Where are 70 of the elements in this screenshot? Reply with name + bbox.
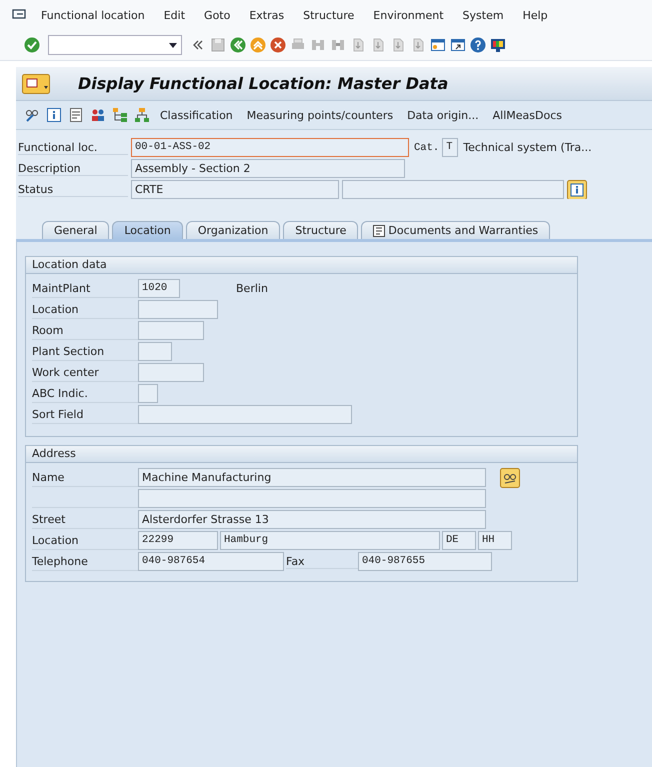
input-field[interactable]: HH [478, 531, 512, 550]
input-field[interactable]: 22299 [138, 531, 218, 550]
input-field[interactable]: Machine Manufacturing [138, 468, 486, 487]
input-field[interactable]: Hamburg [220, 531, 440, 550]
input-field[interactable]: 040-987655 [358, 552, 492, 571]
input-field[interactable]: T [442, 138, 458, 157]
category-text: Technical system (Tra... [463, 141, 592, 154]
input-field[interactable]: 1020 [138, 279, 180, 298]
menu-item[interactable]: Edit [164, 8, 186, 22]
input-field[interactable] [138, 405, 352, 424]
exit-icon[interactable] [250, 37, 266, 53]
find-icon[interactable] [310, 37, 326, 53]
structure-icon[interactable] [134, 107, 150, 123]
input-field[interactable] [138, 363, 204, 382]
glasses-icon[interactable] [500, 468, 520, 488]
back-icon[interactable] [230, 37, 246, 53]
input-field[interactable]: CRTE [131, 180, 339, 199]
partners-icon[interactable] [90, 107, 106, 123]
menu-item[interactable]: System [462, 8, 504, 22]
document-icon [373, 224, 386, 236]
hierarchy-icon[interactable] [112, 107, 128, 123]
input-field[interactable]: DE [442, 531, 476, 550]
menu-item[interactable]: Environment [373, 8, 444, 22]
caret-icon[interactable] [169, 43, 177, 48]
plant-name: Berlin [236, 282, 268, 295]
menu-item[interactable]: Functional location [41, 8, 145, 22]
info-icon[interactable] [567, 180, 587, 200]
input-field[interactable] [138, 342, 172, 361]
tab[interactable]: Structure [283, 221, 358, 239]
input-field[interactable]: 040-987654 [138, 552, 284, 571]
tab[interactable]: Documents and Warranties [361, 221, 550, 239]
toolbar-button[interactable]: Data origin... [403, 108, 483, 122]
toolbar-button[interactable]: Classification [156, 108, 237, 122]
field-label: Functional loc. [18, 140, 128, 154]
input-field[interactable]: 00-01-ASS-02 [131, 138, 409, 157]
input-field[interactable] [138, 384, 158, 403]
toolbar-button[interactable]: AllMeasDocs [488, 108, 566, 122]
monitor-icon[interactable] [490, 37, 506, 53]
field-label: Cat. [414, 142, 440, 154]
glasses-icon[interactable] [24, 107, 40, 123]
menu-item[interactable]: Structure [303, 8, 354, 22]
menu-item[interactable]: Help [522, 8, 548, 22]
input-field[interactable] [138, 489, 486, 508]
group-title: Address [26, 446, 577, 463]
info-icon[interactable] [46, 107, 62, 123]
menu-item[interactable]: Goto [204, 8, 230, 22]
tab[interactable]: Location [112, 221, 183, 239]
toolbar-button[interactable]: Measuring points/counters [242, 108, 398, 122]
menu-item[interactable]: Extras [249, 8, 284, 22]
new-window-icon[interactable] [430, 37, 446, 53]
input-field[interactable]: Assembly - Section 2 [131, 159, 405, 178]
find-next-icon[interactable] [330, 37, 346, 53]
group-title: Location data [26, 257, 577, 274]
shortcut-icon[interactable] [450, 37, 466, 53]
input-field[interactable] [342, 180, 564, 199]
tab[interactable]: General [42, 221, 110, 239]
document-icon[interactable] [68, 107, 84, 123]
field-label: Status [18, 182, 128, 196]
menu-icon[interactable] [12, 9, 26, 21]
enter-icon[interactable] [24, 37, 40, 53]
help-icon[interactable] [470, 37, 486, 53]
input-field[interactable] [138, 300, 218, 319]
cancel-icon[interactable] [270, 37, 286, 53]
field-label: Description [18, 162, 128, 176]
input-field[interactable] [138, 321, 204, 340]
input-field[interactable]: Alsterdorfer Strasse 13 [138, 510, 486, 529]
screen-menu-icon[interactable] [22, 74, 50, 94]
screen-title: Display Functional Location: Master Data [78, 74, 448, 93]
tab[interactable]: Organization [186, 221, 280, 239]
command-field[interactable] [48, 35, 182, 55]
